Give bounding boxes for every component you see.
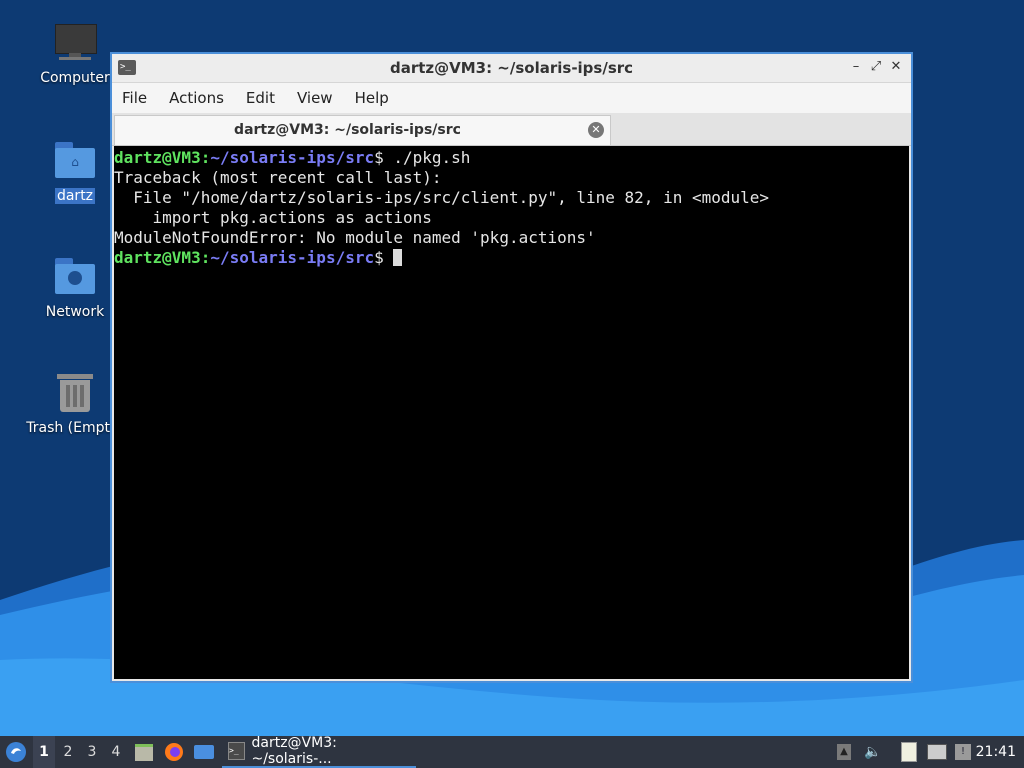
home-folder-icon: ⌂ xyxy=(53,140,97,184)
output-line: File "/home/dartz/solaris-ips/src/client… xyxy=(114,188,770,207)
window-title: dartz@VM3: ~/solaris-ips/src xyxy=(389,59,634,77)
firefox-icon[interactable] xyxy=(162,736,186,768)
terminal-window: >_ dartz@VM3: ~/solaris-ips/src – ⤢ ✕ Fi… xyxy=(110,52,913,683)
maximize-button[interactable]: ⤢ xyxy=(867,58,885,76)
eject-icon[interactable]: ▲ xyxy=(834,736,854,768)
prompt-line: dartz@VM3:~/solaris-ips/src$ xyxy=(114,248,909,268)
update-notifier-icon[interactable]: ! xyxy=(952,736,974,768)
output-line: import pkg.actions as actions xyxy=(114,208,432,227)
clock[interactable]: 21:41 xyxy=(976,736,1016,768)
close-button[interactable]: ✕ xyxy=(887,58,905,76)
terminal-output[interactable]: dartz@VM3:~/solaris-ips/src$ ./pkg.sh Tra… xyxy=(114,146,909,679)
taskbar: 1 2 3 4 >_ dartz@VM3: ~/solaris-... ▲ 🔈 … xyxy=(0,735,1024,768)
prompt-path: ~/solaris-ips/src xyxy=(210,148,375,167)
prompt-separator: : xyxy=(200,148,211,167)
output-line: ModuleNotFoundError: No module named 'pk… xyxy=(114,228,596,247)
menu-bar: File Actions Edit View Help xyxy=(112,83,911,113)
text-cursor xyxy=(393,249,403,266)
tab-close-icon[interactable]: ✕ xyxy=(588,122,604,138)
menu-actions[interactable]: Actions xyxy=(169,89,224,107)
menu-file[interactable]: File xyxy=(122,89,147,107)
menu-edit[interactable]: Edit xyxy=(246,89,275,107)
prompt-path: ~/solaris-ips/src xyxy=(210,248,375,267)
workspace-1[interactable]: 1 xyxy=(33,736,55,768)
task-label: dartz@VM3: ~/solaris-... xyxy=(251,735,337,767)
network-folder-icon xyxy=(53,256,97,300)
prompt-user: dartz@VM3 xyxy=(114,248,201,267)
start-menu-icon[interactable] xyxy=(2,736,30,768)
minimize-button[interactable]: – xyxy=(847,58,865,76)
prompt-separator: : xyxy=(200,248,211,267)
terminal-icon: >_ xyxy=(228,742,246,760)
window-titlebar[interactable]: >_ dartz@VM3: ~/solaris-ips/src – ⤢ ✕ xyxy=(112,54,911,83)
volume-icon[interactable]: 🔈 xyxy=(862,736,884,768)
prompt-symbol: $ xyxy=(374,148,394,167)
workspace-4[interactable]: 4 xyxy=(105,736,127,768)
menu-view[interactable]: View xyxy=(297,89,333,107)
tab-bar: dartz@VM3: ~/solaris-ips/src ✕ xyxy=(112,113,911,146)
workspace-3[interactable]: 3 xyxy=(81,736,103,768)
network-icon[interactable] xyxy=(926,736,948,768)
prompt-symbol: $ xyxy=(374,248,394,267)
clipboard-icon[interactable] xyxy=(898,736,920,768)
prompt-user: dartz@VM3 xyxy=(114,148,201,167)
trash-icon xyxy=(53,372,97,416)
tab-title: dartz@VM3: ~/solaris-ips/src xyxy=(234,122,461,138)
output-line: Traceback (most recent call last): xyxy=(114,168,442,187)
show-desktop-icon[interactable] xyxy=(192,736,216,768)
file-manager-icon[interactable] xyxy=(132,736,156,768)
command-text: ./pkg.sh xyxy=(393,148,471,167)
workspace-2[interactable]: 2 xyxy=(57,736,79,768)
computer-icon xyxy=(53,22,97,66)
menu-help[interactable]: Help xyxy=(355,89,389,107)
terminal-tab[interactable]: dartz@VM3: ~/solaris-ips/src ✕ xyxy=(114,115,611,145)
prompt-line: dartz@VM3:~/solaris-ips/src$ ./pkg.sh xyxy=(114,148,909,168)
dartz-label: dartz xyxy=(54,188,96,204)
taskbar-terminal-button[interactable]: >_ dartz@VM3: ~/solaris-... xyxy=(222,735,416,768)
